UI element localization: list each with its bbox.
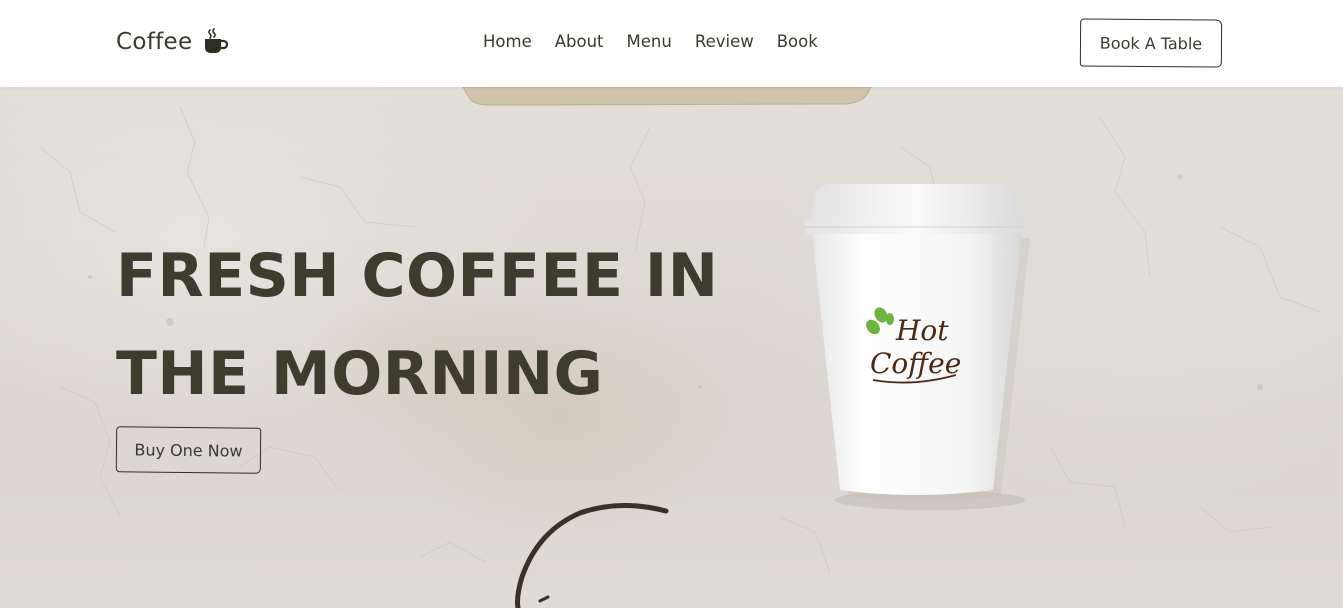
nav-review[interactable]: Review — [695, 32, 754, 51]
nav-book[interactable]: Book — [777, 32, 818, 51]
nav-home[interactable]: Home — [483, 32, 532, 51]
buy-one-now-button[interactable]: Buy One Now — [115, 426, 262, 474]
coffee-cup-icon — [202, 28, 229, 56]
site-header: Coffee Home About Menu Review Book Book … — [0, 0, 1343, 87]
hero-title-line-1: FRESH COFFEE IN — [116, 241, 719, 311]
main-nav: Home About Menu Review Book — [483, 32, 818, 51]
hero-title-line-2: THE MORNING — [116, 339, 604, 409]
svg-text:Coffee: Coffee — [870, 347, 961, 380]
book-a-table-button[interactable]: Book A Table — [1079, 18, 1223, 68]
hero-title: FRESH COFFEE IN THE MORNING — [116, 227, 756, 423]
nav-menu[interactable]: Menu — [627, 32, 672, 51]
decorative-swirl — [515, 503, 669, 608]
svg-text:Hot: Hot — [895, 314, 949, 347]
coffee-cup-image: Hot Coffee — [803, 184, 1030, 510]
hero-section: FRESH COFFEE IN THE MORNING Buy One Now — [0, 87, 1343, 608]
nav-about[interactable]: About — [555, 32, 604, 51]
coaster-edge — [462, 87, 872, 106]
logo[interactable]: Coffee — [116, 28, 229, 56]
logo-text: Coffee — [116, 29, 193, 55]
